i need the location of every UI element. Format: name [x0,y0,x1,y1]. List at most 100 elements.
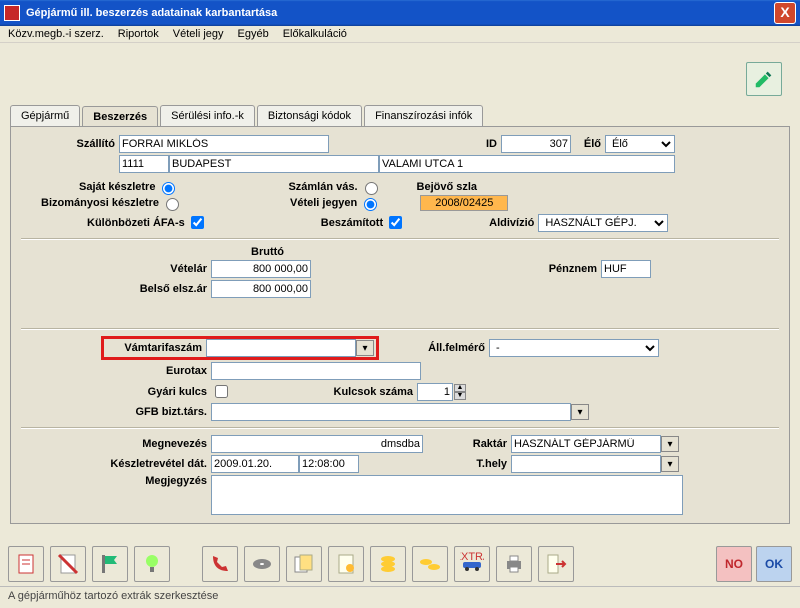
menu-egyeb[interactable]: Egyéb [238,28,269,40]
eurotax-label: Eurotax [21,365,211,377]
raktar-label: Raktár [423,438,511,450]
keszletrevetel-time-field[interactable] [299,455,359,473]
szallito-label: Szállító [21,138,119,150]
tool-cert[interactable] [328,546,364,582]
doc-icon [14,552,38,576]
tool-nodoc[interactable] [50,546,86,582]
vamtarifa-field[interactable] [206,339,356,357]
beszamitott-checkbox[interactable] [389,216,402,229]
vetelar-label: Vételár [21,263,211,275]
thely-field[interactable] [511,455,661,473]
eurotax-field[interactable] [211,362,421,380]
window-title: Gépjármű ill. beszerzés adatainak karban… [26,7,277,19]
close-button[interactable]: X [774,2,796,24]
tab-strip: Gépjármű Beszerzés Sérülési info.-k Bizt… [10,105,790,126]
pencil-icon [753,68,775,90]
vetelar-field[interactable] [211,260,311,278]
coins-icon [376,552,400,576]
cert-icon [334,552,358,576]
tool-disc[interactable] [244,546,280,582]
aldivizio-select[interactable]: HASZNÁLT GÉPJ. [538,214,668,232]
phone-icon [208,552,232,576]
elo-select[interactable]: Élő [605,135,675,153]
elo-label: Élő [571,138,605,150]
tab-beszerzes[interactable]: Beszerzés [82,106,158,127]
belso-label: Belső elsz.ár [21,283,211,295]
all-felmero-select[interactable]: - [489,339,659,357]
megnevezes-field[interactable] [211,435,423,453]
megjegyzes-label: Megjegyzés [21,475,211,487]
menu-riportok[interactable]: Riportok [118,28,159,40]
raktar-picker[interactable]: ▾ [661,436,679,452]
app-icon [4,5,20,21]
ok-button[interactable]: OK [756,546,792,582]
szamlan-vas-label: Számlán vás. [288,181,357,193]
flag-icon [98,552,122,576]
tool-doc[interactable] [8,546,44,582]
no-button[interactable]: NO [716,546,752,582]
bejovo-szla-value[interactable]: 2008/02425 [420,195,508,211]
tab-finanszirozasi[interactable]: Finanszírozási infók [364,105,483,126]
tool-car-extra[interactable]: EXTRA [454,546,490,582]
szallito-nev-field[interactable] [119,135,329,153]
kulcsok-szama-label: Kulcsok száma [231,386,417,398]
gfb-label: GFB bizt.társ. [21,406,211,418]
sajat-keszletre-label: Saját készletre [79,181,155,193]
tool-flag[interactable] [92,546,128,582]
tab-gepjarmu[interactable]: Gépjármű [10,105,80,126]
tool-notes[interactable] [286,546,322,582]
veteli-jegyen-radio[interactable] [364,198,377,211]
kulonbozeti-checkbox[interactable] [191,216,204,229]
status-text: A gépjárműhöz tartozó extrák szerkesztés… [8,590,218,602]
bizomanyosi-radio[interactable] [166,198,179,211]
tool-stack2[interactable] [412,546,448,582]
nodoc-icon [56,552,80,576]
tool-stack1[interactable] [370,546,406,582]
belso-field[interactable] [211,280,311,298]
bottom-toolbar: EXTRA NO OK [8,544,792,584]
vamtarifa-picker[interactable]: ▾ [356,340,374,356]
menu-elokalkulacio[interactable]: Előkalkuláció [283,28,347,40]
menu-bar: Közv.megb.-i szerz. Riportok Vételi jegy… [0,26,800,43]
spinner-up-icon[interactable]: ▲ [454,384,466,392]
kulcsok-szama-spinner[interactable]: ▲▼ [417,383,466,401]
sajat-keszletre-radio[interactable] [162,182,175,195]
tool-phone[interactable] [202,546,238,582]
edit-button[interactable] [746,62,782,96]
keszletrevetel-label: Készletrevétel dát. [21,458,211,470]
szamlan-vas-radio[interactable] [365,182,378,195]
spinner-down-icon[interactable]: ▼ [454,392,466,400]
bulb-icon [140,552,164,576]
varos-field[interactable] [169,155,379,173]
car-extra-icon: EXTRA [460,552,484,576]
gfb-field[interactable] [211,403,571,421]
beszamitott-label: Beszámított [321,217,383,229]
coins2-icon [418,552,442,576]
vamtarifa-label: Vámtarifaszám [106,342,206,354]
menu-veteli-jegy[interactable]: Vételi jegy [173,28,224,40]
kulcsok-szama-field[interactable] [417,383,453,401]
tool-print[interactable] [496,546,532,582]
thely-label: T.hely [359,458,511,470]
form-panel: Szállító ID Élő Élő Saját készletre Szám… [10,126,790,524]
tool-exit[interactable] [538,546,574,582]
gfb-picker[interactable]: ▾ [571,404,589,420]
brutto-label: Bruttó [251,246,288,258]
title-bar: Gépjármű ill. beszerzés adatainak karban… [0,0,800,26]
thely-picker[interactable]: ▾ [661,456,679,472]
exit-icon [544,552,568,576]
tab-serulesi[interactable]: Sérülési info.-k [160,105,255,126]
bejovo-szla-label: Bejövő szla [417,181,482,193]
menu-kozv[interactable]: Közv.megb.-i szerz. [8,28,104,40]
megjegyzes-textarea[interactable] [211,475,683,515]
keszletrevetel-date-field[interactable] [211,455,299,473]
penznem-field[interactable] [601,260,651,278]
irsz-field[interactable] [119,155,169,173]
id-field[interactable] [501,135,571,153]
raktar-field[interactable] [511,435,661,453]
gyari-kulcs-checkbox[interactable] [215,385,228,398]
tool-bulb[interactable] [134,546,170,582]
cim-field[interactable] [379,155,675,173]
aldivizio-label: Aldivízió [489,217,538,229]
tab-biztonsagi[interactable]: Biztonsági kódok [257,105,362,126]
